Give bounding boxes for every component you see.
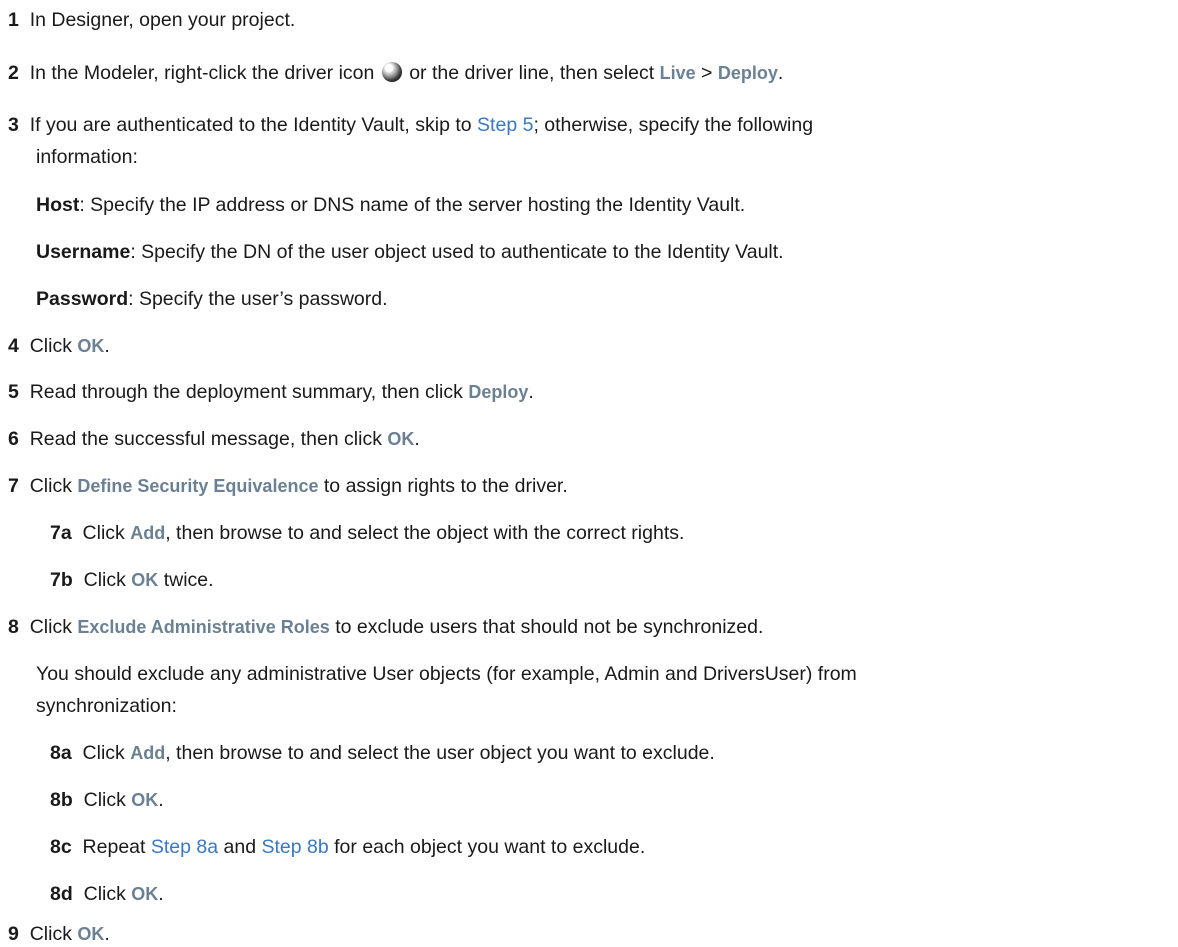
step-8-note-cont: synchronization: xyxy=(36,694,177,718)
step-text: or the driver line, then select xyxy=(409,62,655,84)
link-step-8a[interactable]: Step 8a xyxy=(151,836,218,858)
step-text: twice. xyxy=(163,569,214,591)
password-field-desc: Password: Specify the user’s password. xyxy=(36,287,388,311)
step-7a: 7a Click Add, then browse to and select … xyxy=(50,521,684,545)
step-text: Repeat xyxy=(82,836,146,858)
ui-exclude-administrative-roles: Exclude Administrative Roles xyxy=(77,617,330,637)
step-8a: 8a Click Add, then browse to and select … xyxy=(50,741,715,765)
step-7: 7 Click Define Security Equivalence to a… xyxy=(8,474,568,498)
step-text: and xyxy=(223,836,257,858)
punct: . xyxy=(158,883,164,905)
punct: . xyxy=(414,428,420,450)
step-text: Read through the deployment summary, the… xyxy=(29,381,463,403)
password-label: Password xyxy=(36,288,129,310)
step-text: , then browse to and select the object w… xyxy=(165,522,685,544)
ui-live: Live xyxy=(659,63,696,83)
step-number: 1 xyxy=(8,9,19,31)
punct: . xyxy=(528,381,534,403)
ui-ok: OK xyxy=(387,429,415,449)
step-8: 8 Click Exclude Administrative Roles to … xyxy=(8,615,763,639)
step-text: information: xyxy=(36,146,138,168)
step-text: , then browse to and select the user obj… xyxy=(165,742,715,764)
step-number: 7b xyxy=(50,569,73,591)
step-9: 9 Click OK. xyxy=(8,922,110,946)
driver-icon xyxy=(381,62,402,82)
step-text: Click xyxy=(29,923,72,945)
step-number: 5 xyxy=(8,381,19,403)
step-3-cont: information: xyxy=(36,145,138,169)
step-text: to exclude users that should not be sync… xyxy=(335,616,764,638)
step-number: 7a xyxy=(50,522,72,544)
host-label: Host xyxy=(36,194,80,216)
step-1: 1 In Designer, open your project. xyxy=(8,8,295,32)
step-8c: 8c Repeat Step 8a and Step 8b for each o… xyxy=(50,835,645,859)
step-number: 3 xyxy=(8,114,19,136)
step-number: 9 xyxy=(8,923,19,945)
step-6: 6 Read the successful message, then clic… xyxy=(8,427,420,451)
step-3: 3 If you are authenticated to the Identi… xyxy=(8,113,813,137)
ui-ok: OK xyxy=(131,570,159,590)
punct: . xyxy=(777,62,784,84)
username-label: Username xyxy=(36,241,131,263)
step-8-note: You should exclude any administrative Us… xyxy=(36,662,857,686)
step-text: Click xyxy=(83,789,126,811)
step-number: 8c xyxy=(50,836,72,858)
punct: . xyxy=(104,923,110,945)
procedure-document: 1 In Designer, open your project. 2 In t… xyxy=(0,0,1178,947)
step-number: 8b xyxy=(50,789,73,811)
step-text: Click xyxy=(82,522,125,544)
step-number: 6 xyxy=(8,428,19,450)
host-field-desc: Host: Specify the IP address or DNS name… xyxy=(36,193,745,217)
punct: . xyxy=(104,335,110,357)
note-text: You should exclude any administrative Us… xyxy=(36,663,857,685)
step-text: Click xyxy=(29,616,72,638)
punct: . xyxy=(158,789,164,811)
step-8b: 8b Click OK. xyxy=(50,788,164,812)
step-5: 5 Read through the deployment summary, t… xyxy=(8,380,534,404)
ui-ok: OK xyxy=(77,924,105,944)
step-2: 2 In the Modeler, right-click the driver… xyxy=(8,61,783,85)
step-number: 7 xyxy=(8,475,19,497)
link-step-5[interactable]: Step 5 xyxy=(477,114,533,136)
ui-ok: OK xyxy=(131,884,159,904)
step-text: Click xyxy=(83,883,126,905)
ui-define-security-equivalence: Define Security Equivalence xyxy=(77,476,319,496)
step-text: ; otherwise, specify the following xyxy=(533,114,814,136)
ui-deploy: Deploy xyxy=(717,63,778,83)
step-text: Read the successful message, then click xyxy=(29,428,382,450)
step-text: to assign rights to the driver. xyxy=(323,475,568,497)
ui-deploy: Deploy xyxy=(468,382,529,402)
password-text: : Specify the user’s password. xyxy=(128,288,388,310)
note-text: synchronization: xyxy=(36,695,177,717)
ui-add: Add xyxy=(130,523,166,543)
ui-add: Add xyxy=(130,743,166,763)
step-number: 2 xyxy=(8,62,19,84)
step-text: Click xyxy=(82,742,125,764)
step-text: for each object you want to exclude. xyxy=(334,836,646,858)
ui-ok: OK xyxy=(77,336,105,356)
step-8d: 8d Click OK. xyxy=(50,882,164,906)
step-4: 4 Click OK. xyxy=(8,334,110,358)
host-text: : Specify the IP address or DNS name of … xyxy=(79,194,746,216)
username-text: : Specify the DN of the user object used… xyxy=(130,241,784,263)
link-step-8b[interactable]: Step 8b xyxy=(261,836,328,858)
step-number: 8 xyxy=(8,616,19,638)
menu-separator: > xyxy=(701,62,713,84)
step-7b: 7b Click OK twice. xyxy=(50,568,214,592)
step-number: 8a xyxy=(50,742,72,764)
step-text: Click xyxy=(83,569,126,591)
step-text: If you are authenticated to the Identity… xyxy=(29,114,472,136)
step-number: 8d xyxy=(50,883,73,905)
step-text: In Designer, open your project. xyxy=(29,9,296,31)
step-text: Click xyxy=(29,475,72,497)
step-text: Click xyxy=(29,335,72,357)
username-field-desc: Username: Specify the DN of the user obj… xyxy=(36,240,784,264)
step-number: 4 xyxy=(8,335,19,357)
step-text: In the Modeler, right-click the driver i… xyxy=(29,62,375,84)
ui-ok: OK xyxy=(131,790,159,810)
